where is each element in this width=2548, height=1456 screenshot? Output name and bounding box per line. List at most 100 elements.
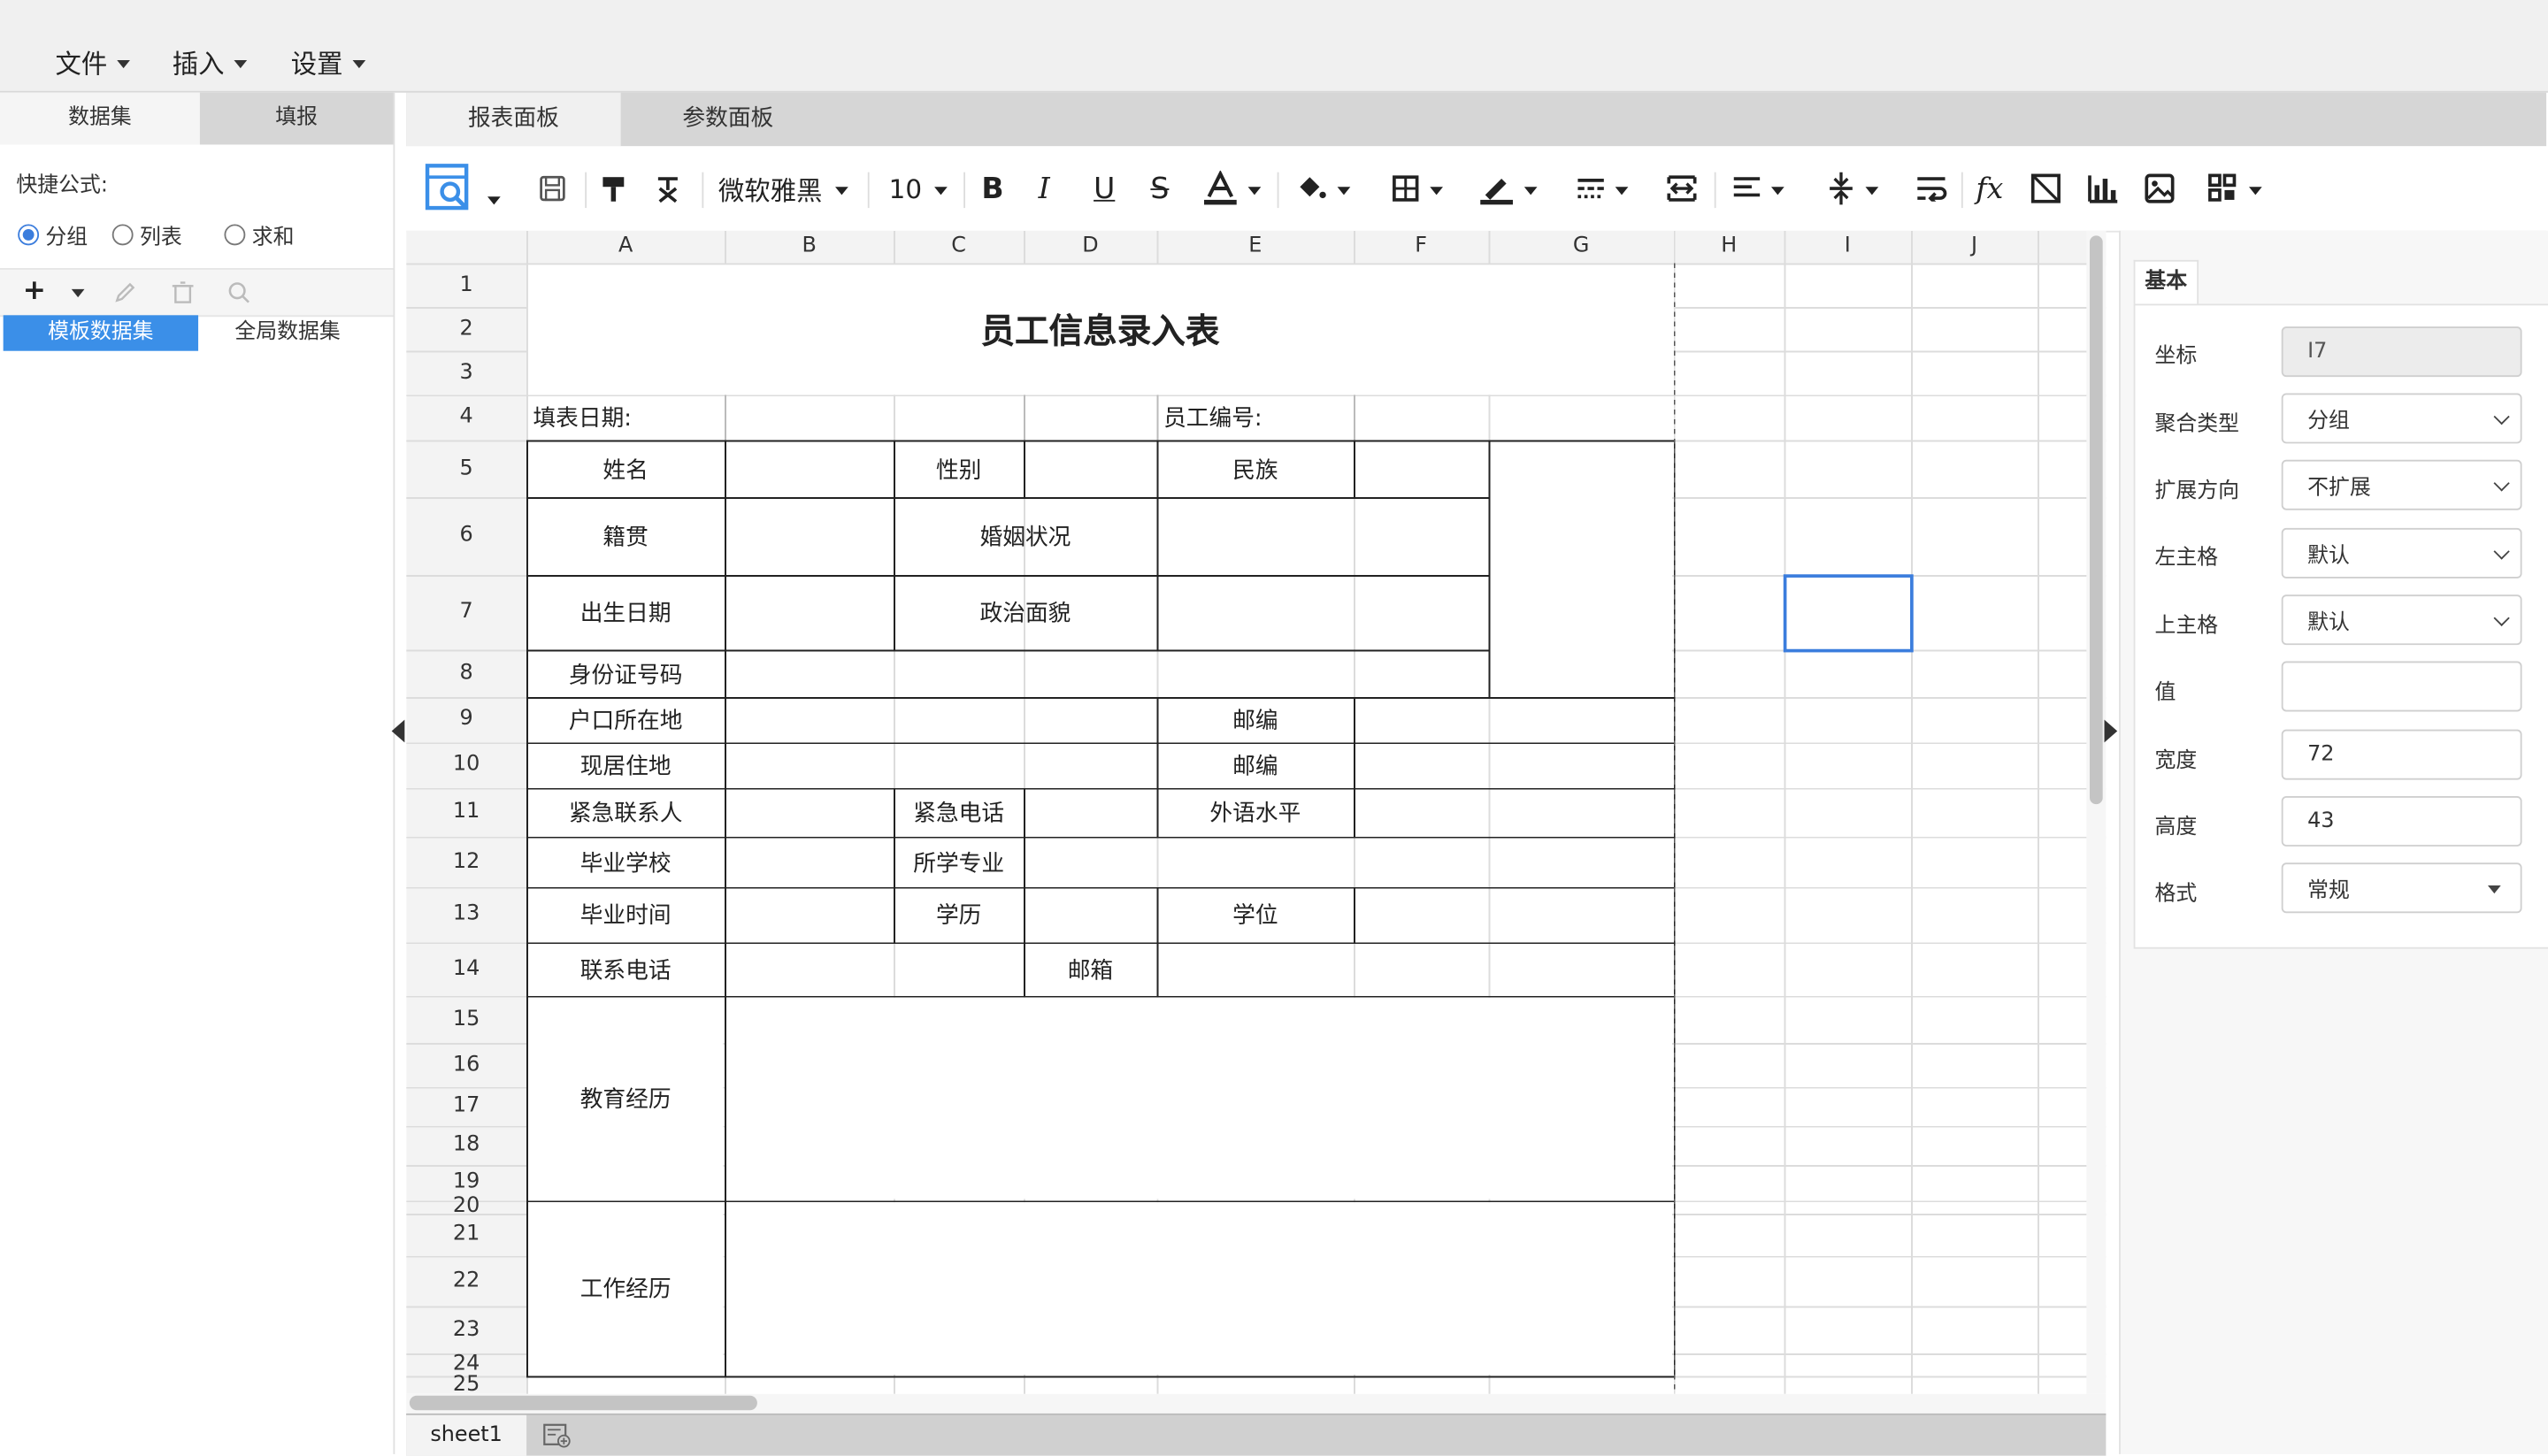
menu-settings[interactable]: 设置	[291, 42, 366, 81]
radio-sum-option[interactable]: 求和	[224, 219, 294, 250]
row-header[interactable]: 25	[406, 1375, 526, 1394]
row-header[interactable]: 22	[406, 1256, 526, 1307]
tab-basic[interactable]: 基本	[2133, 259, 2199, 304]
vertical-scroll-thumb[interactable]	[2089, 235, 2103, 805]
radio-button[interactable]	[224, 224, 246, 246]
cell-fill-date[interactable]: 填表日期:	[526, 395, 725, 440]
expand-direction-select[interactable]: 不扩展	[2281, 459, 2522, 510]
edit-icon[interactable]	[114, 281, 137, 304]
row-header[interactable]: 11	[406, 788, 526, 837]
cell-school[interactable]: 毕业学校	[526, 837, 725, 887]
tab-template-dataset[interactable]: 模板数据集	[3, 315, 199, 351]
save-button[interactable]	[538, 146, 567, 231]
row-header[interactable]: 13	[406, 887, 526, 942]
caret-down-icon[interactable]	[71, 288, 85, 298]
slash-cell-button[interactable]	[2030, 146, 2062, 231]
tab-dataset[interactable]: 数据集	[0, 92, 200, 145]
cell-political-status[interactable]: 政治面貌	[894, 575, 1157, 649]
cell-major[interactable]: 所学专业	[894, 837, 1024, 887]
font-family-select[interactable]: 微软雅黑	[718, 146, 848, 231]
row-header[interactable]: 5	[406, 441, 526, 497]
column-header[interactable]: E	[1157, 231, 1354, 264]
add-icon[interactable]: +	[23, 274, 46, 307]
sheet-tab[interactable]: sheet1	[406, 1414, 527, 1456]
vertical-align-button[interactable]	[1826, 146, 1879, 231]
merge-cells-button[interactable]	[1666, 146, 1699, 231]
radio-list-option[interactable]: 列表	[111, 219, 182, 250]
cell-marital-status[interactable]: 婚姻状况	[894, 497, 1157, 575]
cell-education-history[interactable]: 教育经历	[526, 996, 725, 1200]
cell-work-history[interactable]: 工作经历	[526, 1200, 725, 1376]
column-header[interactable]: D	[1024, 231, 1157, 264]
column-header[interactable]: F	[1354, 231, 1488, 264]
cell-foreign-language[interactable]: 外语水平	[1157, 788, 1354, 837]
height-input[interactable]: 43	[2281, 795, 2522, 847]
strikethrough-button[interactable]: S	[1150, 146, 1169, 231]
row-header[interactable]: 2	[406, 307, 526, 351]
collapse-left-panel-icon[interactable]	[391, 719, 405, 743]
tab-report-panel[interactable]: 报表面板	[406, 92, 621, 147]
column-header[interactable]: B	[725, 231, 894, 264]
cell-ethnicity[interactable]: 民族	[1157, 441, 1354, 497]
aggregation-type-select[interactable]: 分组	[2281, 393, 2522, 444]
horizontal-scroll-thumb[interactable]	[409, 1395, 757, 1411]
row-header[interactable]: 18	[406, 1126, 526, 1165]
radio-group-option[interactable]: 分组	[18, 219, 88, 250]
cell-hukou[interactable]: 户口所在地	[526, 697, 725, 742]
column-header[interactable]: C	[894, 231, 1024, 264]
row-header[interactable]: 1	[406, 264, 526, 308]
preview-button[interactable]	[423, 146, 501, 231]
row-header[interactable]: 7	[406, 575, 526, 649]
row-header[interactable]: 17	[406, 1087, 526, 1126]
width-input[interactable]: 72	[2281, 729, 2522, 780]
row-header[interactable]: 3	[406, 351, 526, 395]
delete-icon[interactable]	[172, 281, 194, 304]
tab-global-dataset[interactable]: 全局数据集	[198, 315, 377, 350]
format-select[interactable]: 常规	[2281, 862, 2522, 914]
format-painter-button[interactable]	[600, 146, 629, 231]
row-header[interactable]: 9	[406, 697, 526, 742]
value-input[interactable]	[2281, 661, 2522, 712]
column-header[interactable]: H	[1674, 231, 1784, 264]
column-header[interactable]: J	[1911, 231, 2038, 264]
left-parent-select[interactable]: 默认	[2281, 527, 2522, 579]
fill-color-button[interactable]	[1295, 146, 1351, 231]
row-header[interactable]: 21	[406, 1214, 526, 1256]
cell-gender[interactable]: 性别	[894, 441, 1024, 497]
insert-image-button[interactable]	[2144, 146, 2176, 231]
cell-email[interactable]: 邮箱	[1024, 942, 1157, 996]
row-header[interactable]: 8	[406, 650, 526, 697]
cell-current-address[interactable]: 现居住地	[526, 742, 725, 787]
tab-parameter-panel[interactable]: 参数面板	[621, 93, 835, 147]
italic-button[interactable]: I	[1039, 146, 1050, 231]
cell-degree[interactable]: 学位	[1157, 887, 1354, 942]
font-size-select[interactable]: 10	[889, 146, 948, 231]
bold-button[interactable]: B	[981, 146, 1003, 231]
tab-fill-report[interactable]: 填报	[199, 92, 394, 145]
menu-file[interactable]: 文件	[55, 42, 130, 81]
row-header[interactable]: 14	[406, 942, 526, 996]
row-header[interactable]: 23	[406, 1307, 526, 1353]
function-button[interactable]: fx	[1976, 146, 2003, 231]
row-header[interactable]: 20	[406, 1196, 526, 1217]
wrap-text-button[interactable]	[1915, 146, 1948, 231]
cell-id-number[interactable]: 身份证号码	[526, 650, 725, 697]
spreadsheet-grid[interactable]: A B C D E F G H I J 1 2 3 4 5 6 7 8 9 10 11 12 13 14 15 16 17 18 19 2…	[406, 230, 2107, 1394]
row-header[interactable]: 4	[406, 395, 526, 440]
collapse-right-panel-icon[interactable]	[2104, 719, 2118, 743]
font-color-button[interactable]	[1202, 146, 1262, 231]
cell-title[interactable]: 员工信息录入表	[526, 264, 1674, 395]
cell-name[interactable]: 姓名	[526, 441, 725, 497]
more-button[interactable]	[2206, 146, 2262, 231]
cell-graduation-time[interactable]: 毕业时间	[526, 887, 725, 942]
line-color-button[interactable]	[1478, 146, 1538, 231]
column-header[interactable]: A	[526, 231, 725, 264]
line-style-button[interactable]	[1577, 146, 1629, 231]
search-icon[interactable]	[227, 281, 250, 304]
radio-button[interactable]	[18, 224, 40, 246]
border-button[interactable]	[1391, 146, 1443, 231]
insert-chart-button[interactable]	[2086, 146, 2119, 231]
underline-button[interactable]: U	[1094, 146, 1115, 231]
row-header[interactable]: 10	[406, 742, 526, 787]
row-header[interactable]: 6	[406, 497, 526, 575]
